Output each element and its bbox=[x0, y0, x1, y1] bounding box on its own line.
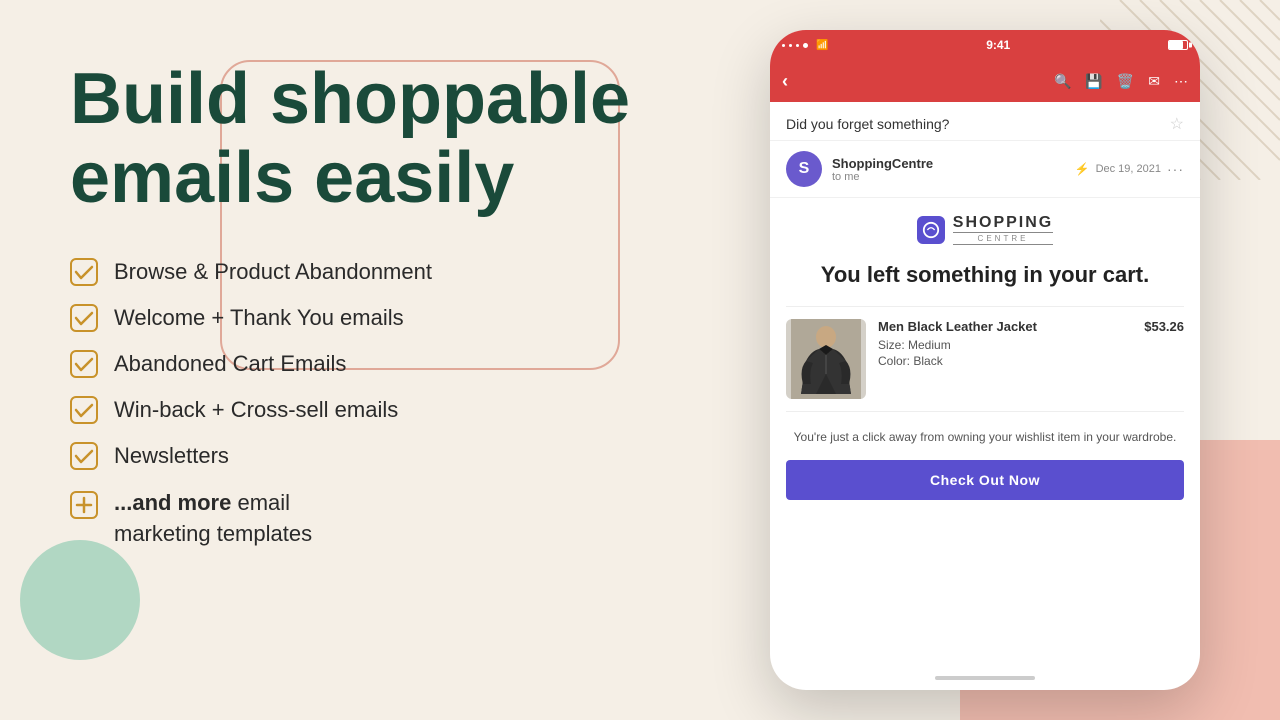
check-icon-5 bbox=[70, 442, 98, 470]
more-icon[interactable]: ⋯ bbox=[1174, 73, 1188, 90]
feature-browse: Browse & Product Abandonment bbox=[70, 258, 690, 286]
back-button[interactable]: ‹ bbox=[782, 71, 788, 92]
check-icon-4 bbox=[70, 396, 98, 424]
email-toolbar: ‹ 🔍 💾 🗑️ ✉ ⋯ bbox=[770, 60, 1200, 102]
product-image bbox=[786, 319, 866, 399]
status-left: 📶 bbox=[782, 40, 828, 51]
status-dot-2 bbox=[789, 44, 792, 47]
bg-green-circle bbox=[20, 540, 140, 660]
brand-text: SHOPPING CENTRE bbox=[953, 214, 1053, 245]
feature-welcome-text: Welcome + Thank You emails bbox=[114, 305, 404, 331]
email-date: Dec 19, 2021 bbox=[1096, 163, 1161, 175]
battery-fill bbox=[1169, 41, 1183, 49]
product-price: $53.26 bbox=[1144, 319, 1184, 399]
product-name: Men Black Leather Jacket bbox=[878, 319, 1132, 334]
plus-icon bbox=[70, 491, 98, 519]
phone-mockup: 📶 9:41 ‹ 🔍 💾 🗑️ ✉ ⋯ Did you forget somet… bbox=[770, 30, 1200, 690]
email-subject: Did you forget something? bbox=[786, 116, 949, 132]
status-dot-1 bbox=[782, 44, 785, 47]
left-content: Build shoppable emails easily Browse & P… bbox=[70, 60, 690, 550]
feature-winback: Win-back + Cross-sell emails bbox=[70, 396, 690, 424]
product-card: Men Black Leather Jacket Size: Medium Co… bbox=[786, 306, 1184, 412]
status-right bbox=[1168, 40, 1188, 50]
checkout-button[interactable]: Check Out Now bbox=[786, 460, 1184, 500]
brand-subtitle: CENTRE bbox=[953, 232, 1053, 245]
brand-name: SHOPPING bbox=[953, 214, 1053, 232]
check-icon-2 bbox=[70, 304, 98, 332]
feature-newsletters-text: Newsletters bbox=[114, 443, 229, 469]
sender-meta: ⚡ Dec 19, 2021 ··· bbox=[1075, 161, 1184, 177]
sender-to: to me bbox=[832, 171, 1065, 183]
main-title: Build shoppable emails easily bbox=[70, 60, 690, 218]
email-subject-row: Did you forget something? ☆ bbox=[770, 102, 1200, 141]
wifi-icon: 📶 bbox=[816, 40, 828, 51]
lightning-icon: ⚡ bbox=[1075, 162, 1090, 176]
status-bar: 📶 9:41 bbox=[770, 30, 1200, 60]
check-icon-3 bbox=[70, 350, 98, 378]
mail-icon[interactable]: ✉ bbox=[1148, 73, 1160, 90]
status-dot-3 bbox=[796, 44, 799, 47]
email-body-text: You're just a click away from owning you… bbox=[786, 428, 1184, 446]
feature-more-bold: ...and more bbox=[114, 490, 231, 515]
brand-logo-icon bbox=[917, 216, 945, 244]
feature-welcome: Welcome + Thank You emails bbox=[70, 304, 690, 332]
more-dots[interactable]: ··· bbox=[1167, 161, 1184, 177]
status-time: 9:41 bbox=[986, 38, 1010, 52]
battery-icon bbox=[1168, 40, 1188, 50]
toolbar-icons: 🔍 💾 🗑️ ✉ ⋯ bbox=[1054, 73, 1188, 90]
feature-abandoned-text: Abandoned Cart Emails bbox=[114, 351, 346, 377]
star-icon[interactable]: ☆ bbox=[1170, 114, 1184, 134]
sender-name: ShoppingCentre bbox=[832, 156, 1065, 171]
check-icon bbox=[70, 258, 98, 286]
brand-logo-row: SHOPPING CENTRE bbox=[786, 214, 1184, 245]
feature-browse-text: Browse & Product Abandonment bbox=[114, 259, 432, 285]
product-color: Color: Black bbox=[878, 354, 1132, 368]
feature-abandoned: Abandoned Cart Emails bbox=[70, 350, 690, 378]
feature-newsletters: Newsletters bbox=[70, 442, 690, 470]
sender-avatar: S bbox=[786, 151, 822, 187]
feature-list: Browse & Product Abandonment Welcome + T… bbox=[70, 258, 690, 550]
save-icon[interactable]: 💾 bbox=[1085, 73, 1102, 90]
feature-winback-text: Win-back + Cross-sell emails bbox=[114, 397, 398, 423]
email-headline: You left something in your cart. bbox=[786, 261, 1184, 290]
status-dot-4 bbox=[803, 43, 808, 48]
home-indicator bbox=[935, 676, 1035, 680]
sender-row: S ShoppingCentre to me ⚡ Dec 19, 2021 ··… bbox=[770, 141, 1200, 198]
product-size: Size: Medium bbox=[878, 338, 1132, 352]
sender-info: ShoppingCentre to me bbox=[832, 156, 1065, 183]
feature-more: ...and more emailmarketing templates bbox=[70, 488, 690, 550]
feature-more-text: ...and more emailmarketing templates bbox=[114, 488, 312, 550]
delete-icon[interactable]: 🗑️ bbox=[1117, 73, 1134, 90]
search-icon[interactable]: 🔍 bbox=[1054, 73, 1071, 90]
email-body: SHOPPING CENTRE You left something in yo… bbox=[770, 198, 1200, 516]
product-info: Men Black Leather Jacket Size: Medium Co… bbox=[878, 319, 1132, 399]
